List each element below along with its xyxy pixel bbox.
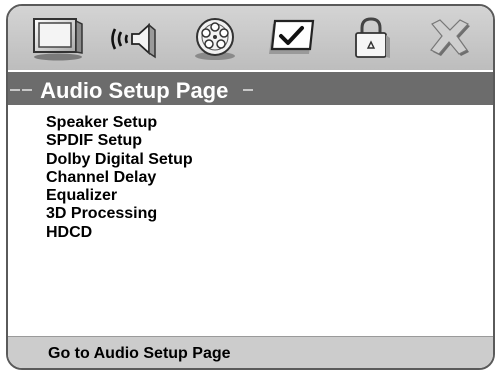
- icon-bar: [8, 6, 493, 70]
- title-dash-left-2: [22, 89, 32, 92]
- page-title-bar: Audio Setup Page: [8, 72, 493, 105]
- checkmark-icon[interactable]: [263, 16, 323, 62]
- menu-item-dolby-digital-setup[interactable]: Dolby Digital Setup: [46, 151, 193, 169]
- speaker-icon[interactable]: [105, 16, 165, 62]
- page-title: Audio Setup Page: [40, 77, 229, 103]
- menu-item-hdcd[interactable]: HDCD: [46, 224, 193, 242]
- menu-item-3d-processing[interactable]: 3D Processing: [46, 205, 193, 223]
- menu-item-channel-delay[interactable]: Channel Delay: [46, 169, 193, 187]
- osd-setup-frame: Audio Setup Page Speaker Setup SPDIF Set…: [6, 4, 495, 370]
- close-icon[interactable]: [420, 16, 480, 62]
- audio-setup-menu: Speaker Setup SPDIF Setup Dolby Digital …: [46, 114, 193, 242]
- menu-item-equalizer[interactable]: Equalizer: [46, 187, 193, 205]
- status-text: Go to Audio Setup Page: [48, 345, 231, 362]
- film-reel-icon[interactable]: [185, 16, 245, 62]
- tv-icon[interactable]: [28, 16, 88, 62]
- menu-item-speaker-setup[interactable]: Speaker Setup: [46, 114, 193, 132]
- menu-item-spdif-setup[interactable]: SPDIF Setup: [46, 132, 193, 150]
- title-dash-left-1: [10, 89, 20, 92]
- lock-icon[interactable]: [341, 16, 401, 62]
- title-dash-right: [242, 89, 253, 92]
- status-bar: Go to Audio Setup Page: [8, 336, 493, 368]
